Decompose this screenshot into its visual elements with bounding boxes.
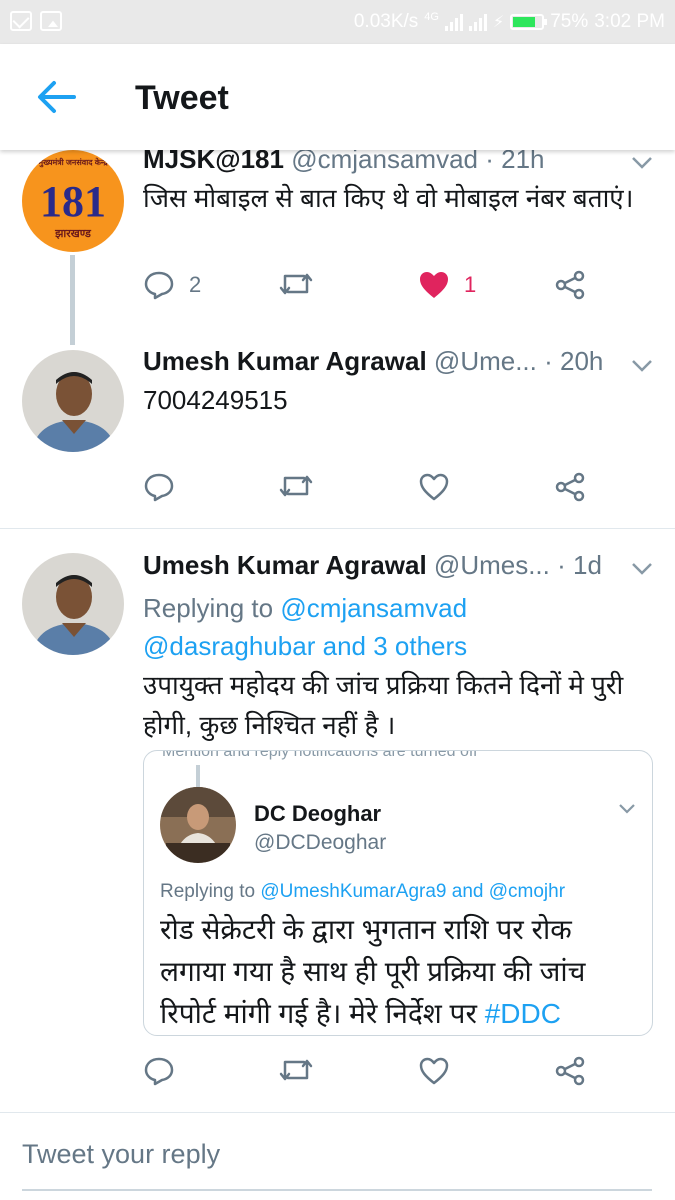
like-button[interactable]: 1 [418,270,476,300]
reply-icon [144,1057,174,1086]
battery-level: 75% [550,11,589,32]
clock: 3:02 PM [594,11,665,32]
signal-icon [444,13,463,31]
heart-icon [419,473,449,501]
avatar-top-text: मुख्यमंत्री जनसंवाद केन्द्र [38,158,108,167]
tweet-text: उपायुक्त महोदय की जांच प्रक्रिया कितने द… [143,670,624,740]
tweet-text: 7004249515 [143,385,288,415]
retweet-icon [279,475,313,497]
retweet-button[interactable] [278,472,314,500]
person-photo [22,553,124,655]
signal-2-icon [468,13,487,31]
charging-icon: ⚡ [492,14,505,31]
reply-count: 2 [189,272,202,297]
thread-line [70,255,75,345]
tweet-text: जिस मोबाइल से बात किए थे वो मोबाइल नंबर … [143,183,634,213]
chevron-down-icon[interactable] [631,359,653,373]
like-count: 1 [464,272,477,297]
chevron-down-icon[interactable] [618,803,636,815]
tweet-header: Umesh Kumar Agrawal @Ume... · 20h [143,346,603,377]
share-button[interactable] [555,472,587,502]
display-name[interactable]: Umesh Kumar Agrawal [143,550,427,580]
like-button[interactable] [418,1056,450,1086]
mail-notification-icon [10,11,32,31]
reply-icon [144,271,174,300]
tweet-actions [143,1056,623,1096]
person-photo [160,787,236,863]
tweet-actions: 2 1 [143,270,623,310]
reply-button[interactable]: 2 [143,270,201,300]
quoted-tweet-card[interactable]: Mention and reply notifications are turn… [143,750,653,1036]
network-speed: 0.03K/s [353,11,419,32]
reply-input[interactable] [22,1139,652,1170]
chevron-down-icon[interactable] [631,156,653,170]
share-icon [555,270,585,300]
quoted-display-name[interactable]: DC Deoghar [254,801,381,827]
mention-link-others[interactable]: @dasraghubar and 3 others [143,631,467,661]
share-icon [555,472,585,502]
mention-link[interactable]: @cmjansamvad [280,593,467,623]
avatar[interactable] [22,553,124,655]
retweet-button[interactable] [278,270,314,298]
quoted-tweet-text: रोड सेक्रेटरी के द्वारा भुगतान राशि पर र… [160,909,640,1035]
tweet-actions [143,472,623,512]
share-button[interactable] [555,270,587,300]
replying-to: Replying to @cmjansamvad @dasraghubar an… [143,589,467,665]
hashtag-link[interactable]: #DDC [485,998,561,1029]
network-type: 4G [424,11,439,23]
notification-notice: Mention and reply notifications are turn… [162,750,478,760]
reply-composer [0,1112,675,1200]
avatar[interactable]: मुख्यमंत्री जनसंवाद केन्द्र 181 झारखण्ड [22,150,124,252]
reply-button[interactable] [143,1056,175,1086]
share-button[interactable] [555,1056,587,1086]
avatar-bottom-text: झारखण्ड [55,228,91,240]
tweet-header: Umesh Kumar Agrawal @Umes... · 1d [143,550,602,581]
app-bar: Tweet [0,44,675,150]
retweet-icon [279,1059,313,1081]
timestamp: · 1d [557,550,602,580]
retweet-icon [279,273,313,295]
arrow-left-icon[interactable] [36,80,76,114]
person-photo [22,350,124,452]
replying-prefix: Replying to [160,881,256,902]
display-name[interactable]: Umesh Kumar Agrawal [143,346,427,376]
status-bar: 0.03K/s 4G ⚡ 75% 3:02 PM [0,0,675,44]
image-notification-icon [40,11,62,31]
retweet-button[interactable] [278,1056,314,1084]
avatar-number: 181 [40,177,106,226]
share-icon [555,1056,585,1086]
thread-line [196,765,200,787]
replying-prefix: Replying to [143,593,274,623]
heart-filled-icon [420,272,448,298]
reply-button[interactable] [143,472,175,502]
input-underline [22,1189,652,1191]
reply-icon [144,473,174,502]
chevron-down-icon[interactable] [631,562,653,576]
timestamp: · 20h [544,346,604,376]
quoted-username[interactable]: @DCDeoghar [254,831,386,855]
heart-icon [419,1057,449,1085]
like-button[interactable] [418,472,450,502]
username[interactable]: @Ume... [434,346,537,376]
divider [0,528,675,529]
username[interactable]: @Umes... [434,550,550,580]
page-title: Tweet [135,79,229,117]
avatar[interactable] [22,350,124,452]
quoted-replying-to: Replying to @UmeshKumarAgra9 and @cmojhr [160,881,565,903]
avatar[interactable] [160,787,236,863]
battery-icon [510,14,548,30]
mention-link[interactable]: @UmeshKumarAgra9 and @cmojhr [260,881,565,902]
